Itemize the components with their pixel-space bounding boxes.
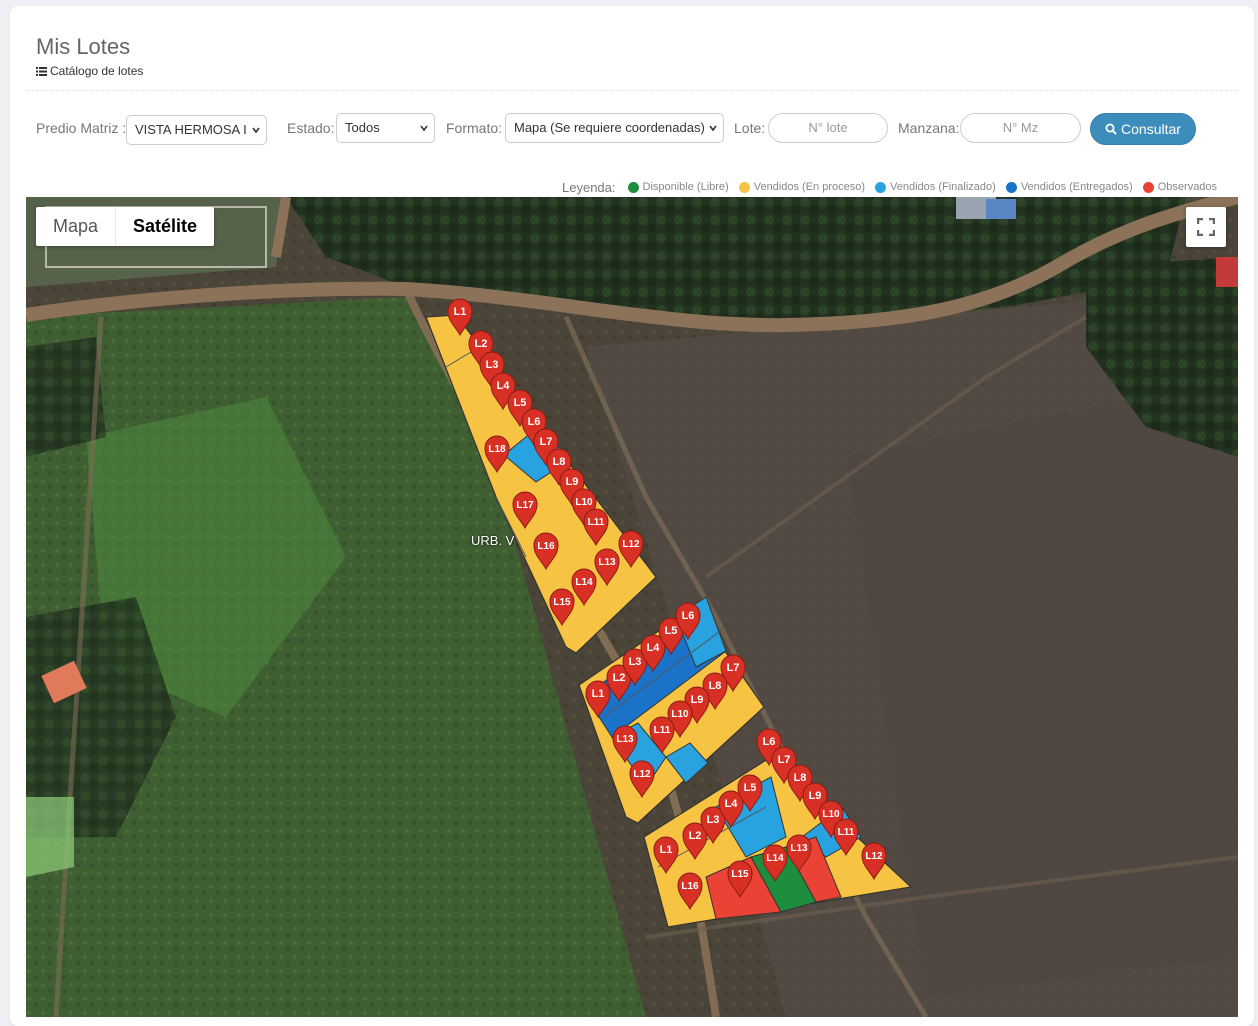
lot-marker-label: L10 (671, 709, 689, 720)
lot-marker-label: L7 (727, 662, 740, 674)
lot-marker-label: L9 (691, 694, 704, 706)
lot-marker-label: L16 (537, 541, 555, 552)
lot-marker-label: L8 (794, 772, 807, 784)
predio-select-value: VISTA HERMOSA I (135, 122, 247, 137)
lots-layer: L1L2L3L4L5L6L7L8L9L10L11L12L13L14L15L16L… (425, 298, 913, 928)
lot-marker-label: L4 (497, 380, 511, 392)
legend-dot (875, 181, 887, 193)
lot-marker-label: L1 (454, 306, 467, 318)
legend-label: Disponible (Libre) (642, 181, 729, 193)
legend-label: Vendidos (Entregados) (1020, 181, 1133, 193)
lot-marker-label: L15 (553, 597, 571, 608)
lot-marker-label: L12 (622, 539, 640, 550)
lot-marker-label: L17 (516, 500, 534, 511)
lot-marker-label: L7 (778, 754, 791, 766)
lot-marker-label: L6 (763, 736, 776, 748)
formato-label: Formato: (446, 120, 503, 136)
legend-item-observados: Observados (1142, 181, 1218, 193)
lot-marker-label: L10 (575, 497, 593, 508)
lot-marker-label: L5 (744, 782, 757, 794)
lot-marker-label: L1 (660, 844, 673, 856)
lot-marker-label: L13 (616, 734, 634, 745)
breadcrumb[interactable]: Catálogo de lotes (36, 64, 143, 78)
page-title: Mis Lotes (36, 34, 131, 59)
legend-item-entregados: Vendidos (Entregados) (1005, 181, 1133, 193)
lot-marker-label: L7 (540, 436, 553, 448)
fullscreen-button[interactable] (1186, 207, 1226, 247)
legend-label: Observados (1157, 181, 1218, 193)
map-type-mapa-button[interactable]: Mapa (36, 207, 115, 246)
lot-marker-label: L1 (592, 688, 605, 700)
lot-marker-label: L2 (689, 830, 702, 842)
lot-marker-label: L2 (613, 672, 626, 684)
lot-marker-label: L11 (654, 725, 671, 736)
filter-bar: Predio Matriz : VISTA HERMOSA I Estado: … (36, 113, 1236, 145)
chevron-down-icon (709, 125, 717, 132)
lot-marker-label: L2 (475, 338, 488, 350)
legend-label: Vendidos (En proceso) (753, 181, 866, 193)
lot-marker-label: L12 (865, 851, 883, 862)
lot-marker-label: L14 (766, 853, 784, 864)
lot-marker-label: L5 (665, 625, 678, 637)
consultar-label: Consultar (1121, 121, 1181, 137)
formato-select[interactable]: Mapa (Se requiere coordenadas) (505, 113, 724, 143)
search-icon (1105, 123, 1117, 135)
map-type-control: Mapa Satélite (36, 207, 215, 246)
divider (26, 90, 1238, 91)
lot-marker-label: L16 (681, 881, 699, 892)
lot-marker-label: L11 (838, 827, 855, 838)
lot-marker-label: L4 (647, 642, 661, 654)
lot-marker-label: L6 (682, 610, 695, 622)
lot-marker-label: L8 (709, 680, 722, 692)
lot-marker-label: L9 (566, 476, 579, 488)
manzana-label: Manzana: (898, 120, 960, 136)
lote-input[interactable]: N° lote (768, 113, 888, 143)
lot-marker-label: L4 (725, 798, 739, 810)
lot-marker-label: L18 (488, 444, 506, 455)
lot-marker-label: L15 (731, 869, 749, 880)
legend-label: Vendidos (Finalizado) (890, 181, 996, 193)
lot-marker-label: L3 (486, 359, 499, 371)
breadcrumb-label: Catálogo de lotes (50, 64, 144, 78)
lot-marker-label: L12 (633, 769, 651, 780)
legend-item-disponible: Disponible (Libre) (627, 181, 729, 193)
lot-markers: L1L2L3L4L5L6L7L8L9L10L11L12L13L14L15L16L… (447, 298, 887, 911)
formato-select-value: Mapa (Se requiere coordenadas) (514, 120, 705, 135)
lote-label: Lote: (734, 120, 766, 136)
map-overlay-label: URB. V (471, 533, 515, 548)
predio-select[interactable]: VISTA HERMOSA I (126, 115, 267, 145)
chevron-down-icon (420, 125, 428, 132)
lot-marker-label: L8 (553, 456, 566, 468)
estado-label: Estado: (287, 120, 335, 136)
lot-marker-label: L14 (575, 577, 593, 588)
lot-marker-label: L11 (588, 517, 605, 528)
legend-title: Leyenda: (562, 179, 616, 195)
consultar-button[interactable]: Consultar (1090, 113, 1196, 145)
map-type-satelite-button[interactable]: Satélite (115, 207, 214, 246)
predio-label: Predio Matriz : (36, 120, 127, 136)
legend-dot (738, 181, 750, 193)
list-icon (36, 66, 47, 76)
lot-marker-label: L5 (514, 397, 527, 409)
manzana-input[interactable]: N° Mz (960, 113, 1081, 143)
legend: Leyenda: Disponible (Libre) Vendidos (En… (562, 179, 1218, 195)
lot-marker-label: L13 (790, 843, 808, 854)
fullscreen-icon (1197, 218, 1215, 236)
lot-marker-label: L3 (629, 656, 642, 668)
lot-marker-label: L13 (598, 557, 616, 568)
lot-marker-label: L10 (822, 809, 840, 820)
legend-dot (627, 181, 639, 193)
lot-marker-label: L3 (707, 814, 720, 826)
lot-marker-label: L6 (528, 416, 541, 428)
legend-dot (1142, 181, 1154, 193)
legend-item-finalizado: Vendidos (Finalizado) (875, 181, 996, 193)
estado-select[interactable]: Todos (336, 113, 435, 143)
legend-item-en-proceso: Vendidos (En proceso) (738, 181, 866, 193)
chevron-down-icon (252, 127, 260, 134)
legend-dot (1005, 181, 1017, 193)
map-view[interactable]: Mapa Satélite URB. V L1 L2 L3 L4 L5 L6 L… (26, 197, 1238, 1017)
estado-select-value: Todos (345, 120, 380, 135)
lot-marker-label: L9 (809, 790, 822, 802)
block-1 (425, 314, 657, 654)
